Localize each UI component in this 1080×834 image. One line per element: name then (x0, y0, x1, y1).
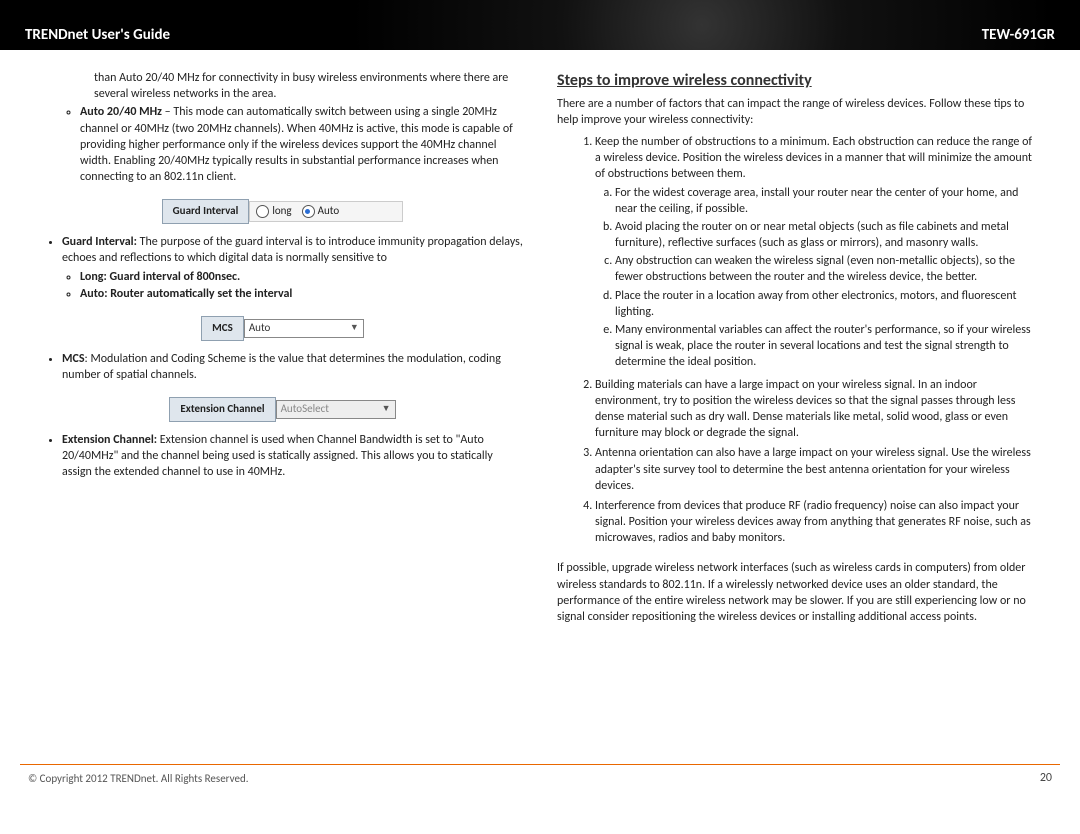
guard-interval-bold: Guard Interval: (62, 235, 137, 249)
tip-1: Keep the number of obstructions to a min… (595, 134, 1038, 371)
tip-3: Antenna orientation can also have a larg… (595, 445, 1038, 494)
mcs-desc: MCS: Modulation and Coding Scheme is the… (42, 351, 523, 383)
radio-auto[interactable]: Auto (302, 204, 340, 219)
auto2040-label: Auto 20/40 MHz (80, 105, 162, 119)
mcs-text: : Modulation and Coding Scheme is the va… (62, 352, 501, 382)
guard-auto-item: Auto: Router automatically set the inter… (80, 286, 523, 302)
guard-interval-control: Guard Interval long Auto (42, 199, 523, 224)
tip1-sublist: For the widest coverage area, install yo… (595, 185, 1038, 371)
header-right: TEW-691GR (982, 26, 1055, 44)
closing-paragraph: If possible, upgrade wireless network in… (557, 560, 1038, 625)
continuation-text: than Auto 20/40 MHz for connectivity in … (42, 70, 523, 102)
content-columns: than Auto 20/40 MHz for connectivity in … (0, 50, 1080, 764)
mcs-control: MCS Auto▼ (42, 316, 523, 341)
tip1e: Many environmental variables can affect … (615, 322, 1038, 371)
mcs-select[interactable]: Auto▼ (244, 319, 364, 338)
copyright-text: © Copyright 2012 TRENDnet. All Rights Re… (28, 772, 249, 785)
tip1b: Avoid placing the router on or near meta… (615, 219, 1038, 251)
extension-select[interactable]: AutoSelect▼ (276, 400, 396, 419)
section-title: Steps to improve wireless connectivity (557, 70, 1038, 92)
footer: © Copyright 2012 TRENDnet. All Rights Re… (20, 764, 1060, 795)
chevron-down-icon: ▼ (350, 322, 359, 334)
page-number: 20 (1040, 771, 1052, 785)
chevron-down-icon: ▼ (382, 403, 391, 415)
radio-long[interactable]: long (256, 204, 291, 219)
auto2040-item: Auto 20/40 MHz – This mode can automatic… (42, 104, 523, 185)
tip1a: For the widest coverage area, install yo… (615, 185, 1038, 217)
guard-interval-label: Guard Interval (162, 199, 250, 224)
guard-long-item: Long: Guard interval of 800nsec. (80, 269, 523, 285)
tip-2: Building materials can have a large impa… (595, 377, 1038, 442)
tip-4: Interference from devices that produce R… (595, 498, 1038, 547)
extension-bold: Extension Channel: (62, 433, 157, 447)
tip1c: Any obstruction can weaken the wireless … (615, 253, 1038, 285)
header-left: TRENDnet User's Guide (25, 26, 170, 44)
tips-list: Keep the number of obstructions to a min… (557, 134, 1038, 547)
tip1d: Place the router in a location away from… (615, 288, 1038, 320)
extension-label: Extension Channel (169, 397, 275, 422)
right-column: Steps to improve wireless connectivity T… (557, 70, 1038, 754)
extension-channel-control: Extension Channel AutoSelect▼ (42, 397, 523, 422)
mcs-label: MCS (201, 316, 244, 341)
guard-sub-list: Long: Guard interval of 800nsec. Auto: R… (62, 269, 523, 302)
section-intro: There are a number of factors that can i… (557, 96, 1038, 128)
guard-interval-options: long Auto (249, 201, 403, 222)
guard-interval-desc: Guard Interval: The purpose of the guard… (42, 234, 523, 302)
extension-desc: Extension Channel: Extension channel is … (42, 432, 523, 481)
left-column: than Auto 20/40 MHz for connectivity in … (42, 70, 523, 754)
mcs-bold: MCS (62, 352, 85, 366)
header-bar: TRENDnet User's Guide TEW-691GR (0, 0, 1080, 50)
